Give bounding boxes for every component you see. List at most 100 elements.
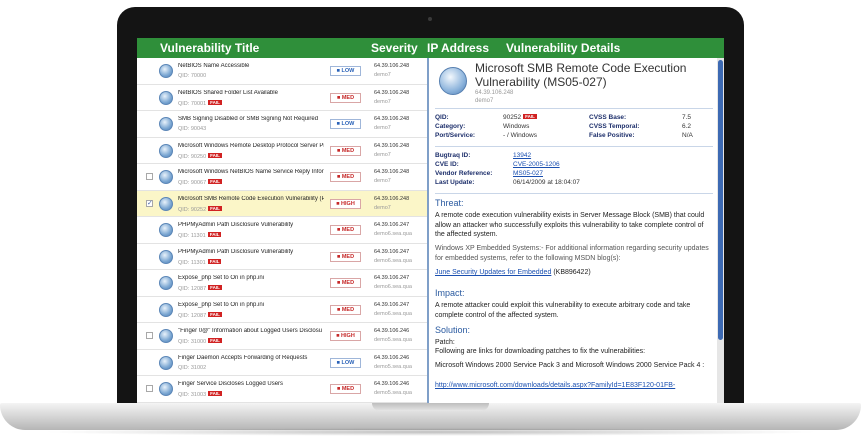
vendor-reference-label: Vendor Reference: <box>435 170 493 177</box>
vulnerability-globe-icon <box>159 355 173 370</box>
row-title[interactable]: Expose_php Set to On in php.ini <box>178 275 324 281</box>
port-label: Port/Service: <box>435 132 476 139</box>
row-ip: 64.39.106.248 <box>374 89 410 96</box>
table-row[interactable]: "Finger 0@" Information about Logged Use… <box>137 323 427 350</box>
qid-field: QID: <box>435 114 449 121</box>
table-row[interactable]: Expose_php Set to On in php.ini QID: 1208… <box>137 270 427 297</box>
row-checkbox[interactable] <box>146 173 153 180</box>
vulnerability-globe-icon <box>159 143 173 158</box>
impact-text: A remote attacker could exploit this vul… <box>435 302 691 319</box>
row-title[interactable]: PHPMyAdmin Path Disclosure Vulnerability <box>178 249 324 255</box>
kb-reference: (KB896422) <box>553 269 591 276</box>
fail-badge: FAIL <box>523 114 537 119</box>
row-qid: QID: 31000 FAIL <box>178 338 222 345</box>
row-title[interactable]: PHPMyAdmin Path Disclosure Vulnerability <box>178 222 324 228</box>
table-row[interactable]: Microsoft Windows NetBIOS Name Service R… <box>137 164 427 191</box>
row-host: demo6.sea.qua <box>374 257 412 264</box>
vulnerability-globe-icon <box>159 90 173 105</box>
category-label: Category: <box>435 123 466 130</box>
row-title[interactable]: Finger Service Discloses Logged Users <box>178 381 324 387</box>
row-host: demo6.sea.qua <box>374 231 412 237</box>
cvss-temporal-value: 6.2 <box>682 123 692 130</box>
row-title[interactable]: NetBIOS Shared Folder List Available <box>178 90 324 96</box>
table-row[interactable]: Finger Service Discloses Logged Users QID… <box>137 376 427 403</box>
row-checkbox[interactable]: ✓ <box>146 199 153 207</box>
row-title[interactable]: Finger Daemon Accepts Forwarding of Requ… <box>178 355 324 361</box>
row-checkbox[interactable] <box>146 385 153 392</box>
bugtraq-link[interactable]: 13942 <box>513 152 531 159</box>
severity-badge: ■ MED <box>330 278 361 288</box>
embedded-update-link[interactable]: June Security Updates for Embedded <box>435 269 551 276</box>
row-ip: 64.39.106.247 <box>374 248 410 255</box>
row-qid: QID: 70000 <box>178 73 207 79</box>
detail-scrollbar[interactable] <box>717 58 724 412</box>
row-host: demo5.sea.qua <box>374 337 412 343</box>
row-qid: QID: 70001 FAIL <box>178 99 222 107</box>
row-title[interactable]: Microsoft Windows Remote Desktop Protoco… <box>178 143 324 149</box>
row-qid: QID: 90067 FAIL <box>178 179 222 186</box>
divider <box>435 146 713 147</box>
row-ip: 64.39.106.246 <box>374 381 410 387</box>
table-row[interactable]: PHPMyAdmin Path Disclosure Vulnerability… <box>137 243 427 270</box>
row-qid: QID: 31002 <box>178 364 207 371</box>
severity-badge: ■ MED <box>330 225 361 235</box>
row-ip: 64.39.106.247 <box>374 222 410 228</box>
cvss-base-value: 7.5 <box>682 114 692 121</box>
header-vulnerability-title[interactable]: Vulnerability Title <box>160 41 259 55</box>
row-title[interactable]: Microsoft Windows NetBIOS Name Service R… <box>178 169 324 175</box>
row-title[interactable]: SMB Signing Disabled or SMB Signing Not … <box>178 116 324 122</box>
row-ip: 64.39.106.246 <box>374 328 410 334</box>
cve-link[interactable]: CVE-2005-1206 <box>513 161 560 168</box>
header-vulnerability-details: Vulnerability Details <box>506 41 621 55</box>
vulnerability-globe-icon <box>159 382 173 396</box>
row-host: demo7 <box>374 178 391 184</box>
embedded-systems-text: Windows XP Embedded Systems:- For additi… <box>435 245 709 262</box>
detail-title: Microsoft SMB Remote Code Execution Vuln… <box>475 61 687 89</box>
table-row[interactable]: SMB Signing Disabled or SMB Signing Not … <box>137 111 427 138</box>
divider <box>435 108 713 109</box>
severity-badge: ■ MED <box>330 145 361 156</box>
row-qid: QID: 90250 FAIL <box>178 152 222 160</box>
detail-host: demo7 <box>475 98 494 104</box>
row-qid: QID: 11301 FAIL <box>178 258 222 266</box>
row-host: demo7 <box>374 204 391 211</box>
camera-icon <box>428 17 432 21</box>
download-link[interactable]: http://www.microsoft.com/downloads/detai… <box>435 382 675 389</box>
table-row[interactable]: Finger Daemon Accepts Forwarding of Requ… <box>137 349 427 376</box>
vulnerability-detail-pane: Microsoft SMB Remote Code Execution Vuln… <box>429 58 717 412</box>
row-ip: 64.39.106.247 <box>374 275 410 281</box>
row-ip: 64.39.106.248 <box>374 116 410 122</box>
download-link-line: http://www.microsoft.com/downloads/detai… <box>435 381 709 391</box>
patch-text: Following are links for downloading patc… <box>435 348 646 355</box>
row-checkbox[interactable] <box>146 332 153 339</box>
table-row[interactable]: NetBIOS Shared Folder List Available QID:… <box>137 84 427 111</box>
table-row[interactable]: ✓ Microsoft SMB Remote Code Execution Vul… <box>137 190 427 217</box>
row-ip: 64.39.106.248 <box>374 63 410 69</box>
fail-badge: FAIL <box>208 205 222 211</box>
header-severity[interactable]: Severity <box>371 41 418 55</box>
vendor-reference-link[interactable]: MS05-027 <box>513 170 543 177</box>
row-host: demo6.sea.qua <box>374 284 412 290</box>
table-row[interactable]: NetBIOS Name Accessible QID: 70000 ■ LOW 64… <box>137 58 427 85</box>
vulnerability-list[interactable]: NetBIOS Name Accessible QID: 70000 ■ LOW 64… <box>137 58 427 412</box>
scrollbar-thumb[interactable] <box>718 60 723 340</box>
cvss-base-label: CVSS Base: <box>589 114 627 121</box>
row-ip: 64.39.106.248 <box>374 195 410 202</box>
row-title[interactable]: Expose_php Set to On in php.ini <box>178 302 324 308</box>
row-host: demo7 <box>374 151 391 158</box>
row-title[interactable]: Microsoft SMB Remote Code Execution Vuln… <box>178 196 324 202</box>
row-host: demo7 <box>374 98 391 105</box>
table-row[interactable]: PHPMyAdmin Path Disclosure Vulnerability… <box>137 217 427 244</box>
table-row[interactable]: Microsoft Windows Remote Desktop Protoco… <box>137 137 427 164</box>
vulnerability-globe-icon <box>159 64 173 78</box>
vulnerability-globe-icon <box>159 223 173 237</box>
table-row[interactable]: Expose_php Set to On in php.ini QID: 1208… <box>137 296 427 323</box>
row-title[interactable]: NetBIOS Name Accessible <box>178 63 324 69</box>
severity-badge: ■ MED <box>330 384 361 394</box>
fail-badge: FAIL <box>207 232 222 237</box>
fail-badge: FAIL <box>208 391 222 396</box>
header-ip-address[interactable]: IP Address <box>427 41 489 55</box>
row-title[interactable]: "Finger 0@" Information about Logged Use… <box>178 328 324 334</box>
severity-badge: ■ HIGH <box>330 331 361 341</box>
bugtraq-label: Bugtraq ID: <box>435 152 471 159</box>
